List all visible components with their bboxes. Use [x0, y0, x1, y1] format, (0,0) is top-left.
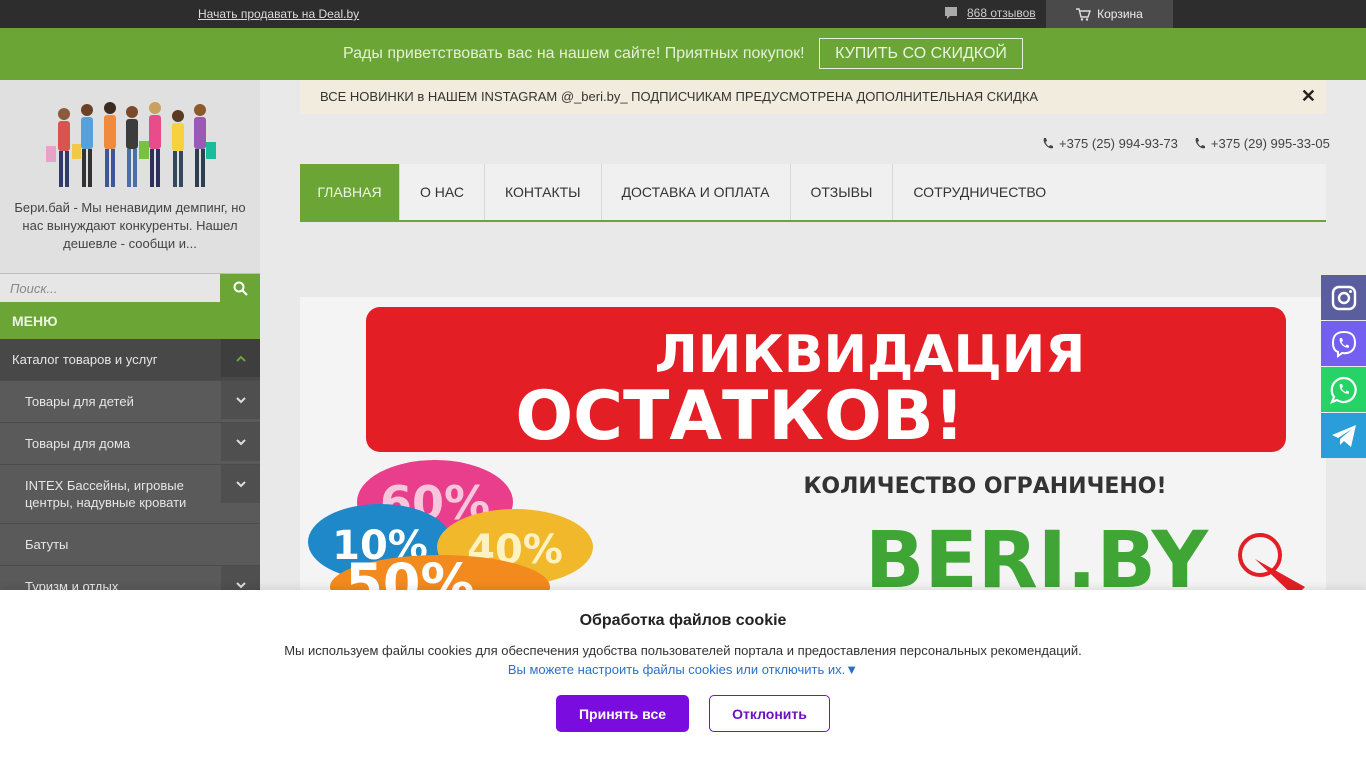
banner-line1: ЛИКВИДАЦИЯ [655, 325, 1086, 385]
phone-2[interactable]: +375 (29) 995-33-05 [1194, 136, 1330, 151]
nav-delivery[interactable]: ДОСТАВКА И ОПЛАТА [602, 164, 791, 220]
instagram-icon [1331, 285, 1356, 310]
telegram-icon [1331, 424, 1356, 447]
accept-all-button[interactable]: Принять все [556, 695, 689, 732]
nav-about[interactable]: О НАС [400, 164, 486, 220]
banner-brand: BERI.BY [865, 516, 1210, 597]
menu-item-trampolines[interactable]: Батуты [0, 524, 260, 566]
chevron-down-icon [235, 480, 246, 487]
banner-line2: ОСТАТКОВ! [515, 377, 964, 456]
cookie-text: Мы используем файлы cookies для обеспече… [284, 643, 1082, 658]
buy-discount-button[interactable]: КУПИТЬ СО СКИДКОЙ [819, 38, 1023, 69]
announcement-bar: ВСЕ НОВИНКИ в НАШЕМ INSTAGRAM @_beri.by_… [300, 80, 1326, 114]
search-button[interactable] [220, 274, 260, 302]
site-slogan: Бери.бай - Мы ненавидим демпинг, но нас … [14, 200, 246, 251]
top-bar: Начать продавать на Deal.by 868 отзывов … [0, 0, 1366, 28]
start-selling-link[interactable]: Начать продавать на Deal.by [198, 7, 359, 21]
liquidation-banner-graphic: ЛИКВИДАЦИЯ ОСТАТКОВ! КОЛИЧЕСТВО ОГРАНИЧЕ… [300, 297, 1326, 597]
cart-icon [1076, 7, 1092, 21]
search-bar [0, 273, 260, 302]
reviews-link[interactable]: 868 отзывов [944, 6, 1036, 20]
promo-bar: Рады приветствовать вас на нашем сайте! … [0, 28, 1366, 80]
reviews-count: 868 отзывов [967, 6, 1036, 20]
viber-button[interactable] [1321, 321, 1366, 366]
menu-item-catalog[interactable]: Каталог товаров и услуг [0, 339, 260, 381]
banner-line3: КОЛИЧЕСТВО ОГРАНИЧЕНО! [803, 474, 1166, 499]
instagram-button[interactable] [1321, 275, 1366, 320]
nav-home[interactable]: ГЛАВНАЯ [300, 164, 400, 220]
viber-icon [1331, 330, 1356, 358]
phone-number: +375 (25) 994-93-73 [1059, 136, 1178, 151]
promo-banner[interactable]: ЛИКВИДАЦИЯ ОСТАТКОВ! КОЛИЧЕСТВО ОГРАНИЧЕ… [300, 297, 1326, 597]
social-buttons [1321, 275, 1366, 459]
menu-item-intex[interactable]: INTEX Бассейны, игровые центры, надувные… [0, 465, 260, 524]
phone-icon [1195, 138, 1205, 149]
welcome-message: Рады приветствовать вас на нашем сайте! … [343, 45, 805, 62]
nav-reviews[interactable]: ОТЗЫВЫ [791, 164, 894, 220]
nav-contacts[interactable]: КОНТАКТЫ [485, 164, 602, 220]
menu-item-home-goods[interactable]: Товары для дома [0, 423, 260, 465]
expand-toggle[interactable] [221, 423, 260, 461]
whatsapp-button[interactable] [1321, 367, 1366, 412]
cookie-settings-link[interactable]: Вы можете настроить файлы cookies или от… [0, 662, 1366, 677]
cart-button[interactable]: Корзина [1046, 0, 1173, 28]
cookie-title: Обработка файлов cookie [579, 612, 787, 629]
category-menu: Каталог товаров и услуг Товары для детей… [0, 339, 260, 608]
expand-toggle[interactable] [221, 381, 260, 419]
collapse-toggle[interactable] [221, 339, 260, 377]
close-icon[interactable]: ✕ [1301, 86, 1316, 107]
chevron-down-icon [235, 396, 246, 403]
chevron-up-icon [235, 355, 246, 362]
decline-button[interactable]: Отклонить [709, 695, 830, 732]
menu-item-kids-goods[interactable]: Товары для детей [0, 381, 260, 423]
announcement-text: ВСЕ НОВИНКИ в НАШЕМ INSTAGRAM @_beri.by_… [320, 89, 1039, 104]
phone-1[interactable]: +375 (25) 994-93-73 [1042, 136, 1178, 151]
menu-header: МЕНЮ [0, 302, 260, 339]
comment-icon [945, 7, 957, 19]
cookie-banner: Обработка файлов cookie Мы используем фа… [0, 590, 1366, 768]
nav-cooperation[interactable]: СОТРУДНИЧЕСТВО [893, 164, 1066, 220]
shoppers-logo[interactable] [42, 96, 218, 192]
chevron-down-icon [235, 438, 246, 445]
menu-item-label: Батуты [25, 537, 69, 552]
search-input[interactable] [0, 274, 220, 302]
whatsapp-icon [1329, 376, 1357, 404]
telegram-button[interactable] [1321, 413, 1366, 458]
main-nav: ГЛАВНАЯ О НАС КОНТАКТЫ ДОСТАВКА И ОПЛАТА… [300, 164, 1326, 222]
phone-icon [1043, 138, 1053, 149]
phone-numbers: +375 (25) 994-93-73 +375 (29) 995-33-05 [1042, 136, 1330, 151]
search-icon [233, 281, 248, 296]
expand-toggle[interactable] [221, 465, 260, 503]
phone-number: +375 (29) 995-33-05 [1210, 136, 1330, 151]
chevron-down-icon [235, 581, 246, 588]
cart-label: Корзина [1097, 7, 1143, 21]
